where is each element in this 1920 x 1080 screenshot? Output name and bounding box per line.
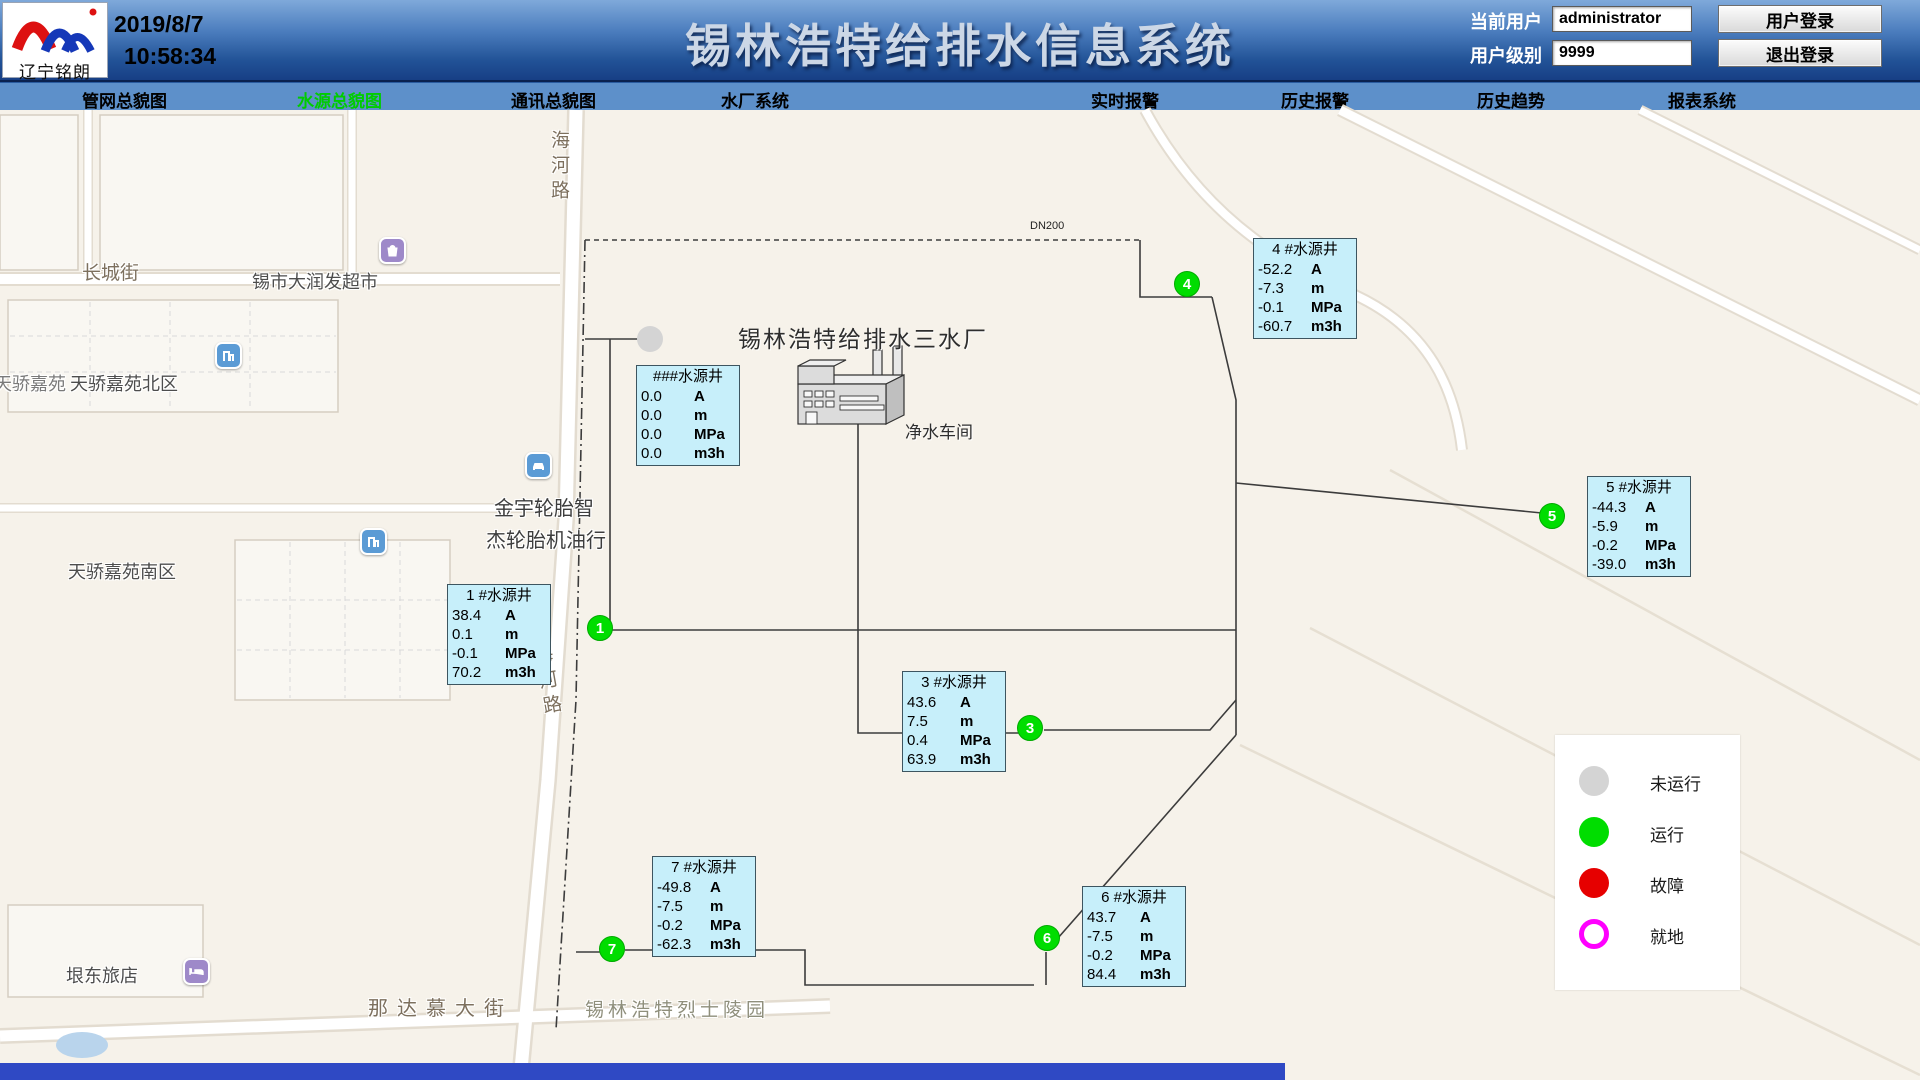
- well-marker-3[interactable]: 3: [1017, 715, 1043, 741]
- poi-label-tire-shop-1: 金宇轮胎智: [494, 492, 594, 521]
- well-panel-5: 5 #水源井 -44.3A -5.9m -0.2MPa -39.0m3h: [1587, 476, 1691, 577]
- status-legend: 未运行 运行 故障 就地: [1555, 735, 1740, 990]
- logout-button[interactable]: 退出登录: [1718, 39, 1882, 67]
- legend-stopped-icon: [1579, 766, 1609, 796]
- well-panel-4: 4 #水源井 -52.2A -7.3m -0.1MPa -60.7m3h: [1253, 238, 1357, 339]
- scada-app: 辽宁铭朗 2019/8/7 10:58:34 锡林浩特给排水信息系统 当前用户 …: [0, 0, 1920, 1080]
- well-marker-7[interactable]: 7: [599, 936, 625, 962]
- well-panel-3: 3 #水源井 43.6A 7.5m 0.4MPa 63.9m3h: [902, 671, 1006, 772]
- poi-label-martyrs-cemetery: 锡林浩特烈士陵园: [585, 995, 769, 1022]
- street-label-nadamu: 那达慕大街: [368, 992, 513, 1021]
- nav-realtime-alarm[interactable]: 实时报警: [1091, 87, 1159, 112]
- legend-fault-label: 故障: [1650, 872, 1684, 897]
- street-label-changcheng: 长城街: [82, 258, 139, 285]
- header-bar: 辽宁铭朗 2019/8/7 10:58:34 锡林浩特给排水信息系统 当前用户 …: [0, 0, 1920, 82]
- legend-running-label: 运行: [1650, 821, 1684, 846]
- poi-label-tianjiao-north: 天骄嘉苑北区: [70, 370, 178, 396]
- pipe-diameter-label: DN200: [1030, 220, 1064, 232]
- hotel-icon: [183, 958, 210, 985]
- well-marker-5[interactable]: 5: [1539, 503, 1565, 529]
- nav-plant-system[interactable]: 水厂系统: [721, 87, 789, 112]
- building-icon-north: [215, 342, 242, 369]
- legend-running-icon: [1579, 817, 1609, 847]
- street-label-haihe-road-top: 海河路: [545, 130, 572, 205]
- workshop-label: 净水车间: [905, 418, 973, 443]
- well-marker-1[interactable]: 1: [587, 615, 613, 641]
- nav-history-alarm[interactable]: 历史报警: [1281, 87, 1349, 112]
- well-panel-7: 7 #水源井 -49.8A -7.5m -0.2MPa -62.3m3h: [652, 856, 756, 957]
- well-panel-6: 6 #水源井 43.7A -7.5m -0.2MPa 84.4m3h: [1082, 886, 1186, 987]
- legend-local-label: 就地: [1650, 923, 1684, 948]
- legend-local-icon: [1579, 919, 1609, 949]
- well-panel-unconfigured: ###水源井 0.0A 0.0m 0.0MPa 0.0m3h: [636, 365, 740, 466]
- nav-bar: 管网总貌图 水源总貌图 通讯总貌图 水厂系统 实时报警 历史报警 历史趋势 报表…: [0, 82, 1920, 110]
- nav-pipe-network-overview[interactable]: 管网总貌图: [82, 87, 167, 112]
- user-level-field[interactable]: 9999: [1552, 40, 1692, 66]
- legend-stopped-label: 未运行: [1650, 770, 1701, 795]
- poi-label-yindong-hotel: 垠东旅店: [66, 962, 138, 988]
- car-icon: [525, 452, 552, 479]
- poi-label-tianjiao-jiayuan: 天骄嘉苑: [0, 370, 66, 396]
- current-user-field[interactable]: administrator: [1552, 6, 1692, 32]
- user-level-label: 用户级别: [1462, 42, 1542, 68]
- poi-label-tire-shop-2: 杰轮胎机油行: [486, 524, 606, 553]
- legend-fault-icon: [1579, 868, 1609, 898]
- well-marker-6[interactable]: 6: [1034, 925, 1060, 951]
- nav-report-system[interactable]: 报表系统: [1668, 87, 1736, 112]
- building-icon-south: [360, 528, 387, 555]
- nav-comm-overview[interactable]: 通讯总貌图: [511, 87, 596, 112]
- well-marker-4[interactable]: 4: [1174, 271, 1200, 297]
- well-panel-1: 1 #水源井 38.4A 0.1m -0.1MPa 70.2m3h: [447, 584, 551, 685]
- login-button[interactable]: 用户登录: [1718, 5, 1882, 33]
- mall-icon: [379, 237, 406, 264]
- current-user-label: 当前用户: [1462, 8, 1542, 34]
- nav-water-source-overview[interactable]: 水源总貌图: [297, 87, 382, 112]
- poi-label-tianjiao-south: 天骄嘉苑南区: [68, 558, 176, 584]
- well-marker-stopped[interactable]: [637, 326, 663, 352]
- nav-history-trend[interactable]: 历史趋势: [1477, 87, 1545, 112]
- plant-title: 锡林浩特给排水三水厂: [738, 320, 988, 354]
- poi-label-mall: 锡市大润发超市: [252, 268, 378, 294]
